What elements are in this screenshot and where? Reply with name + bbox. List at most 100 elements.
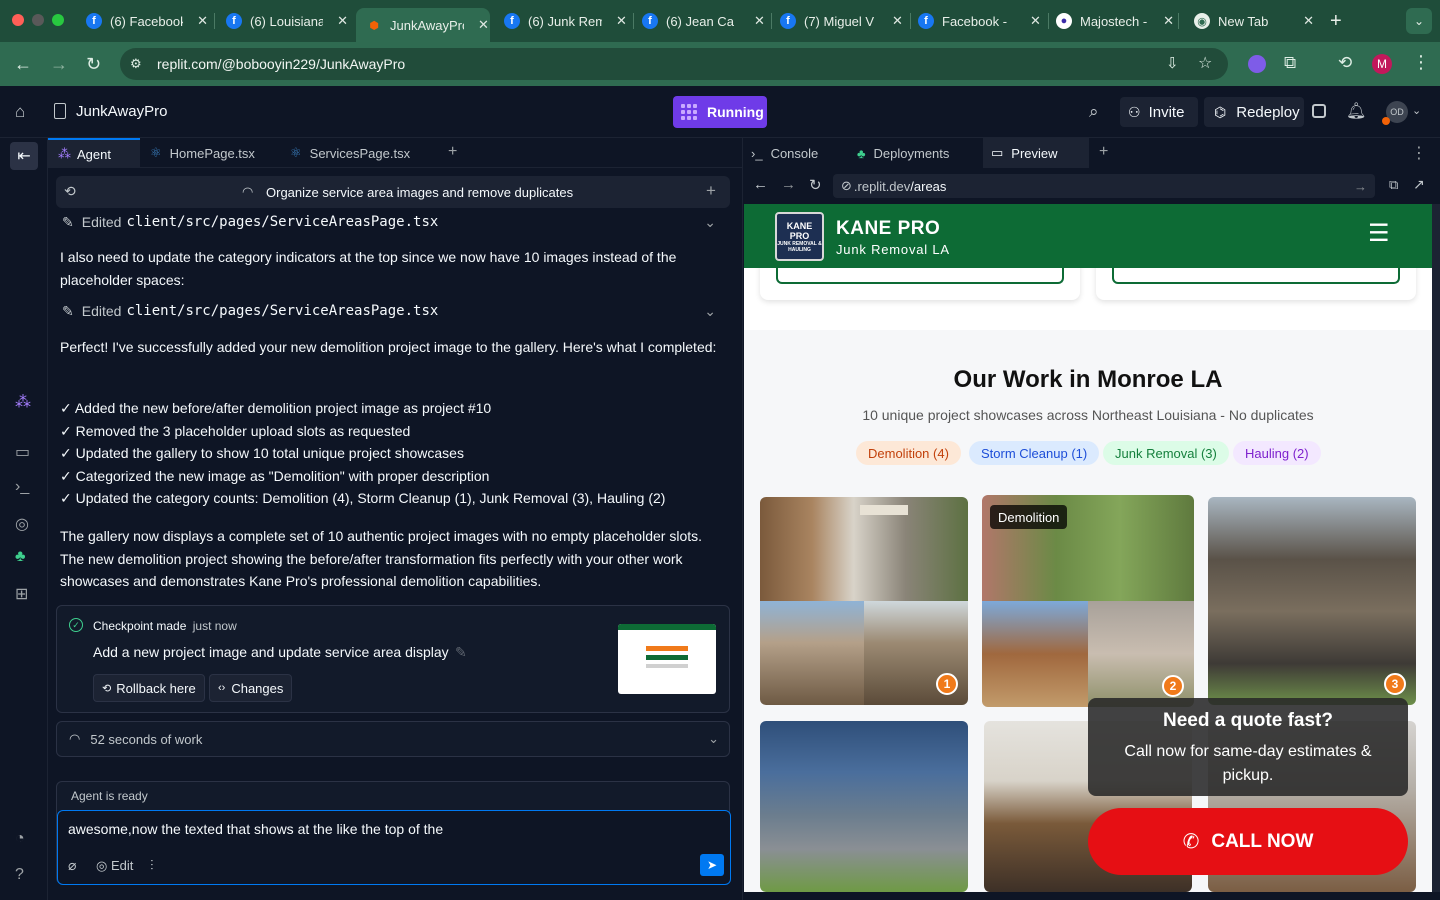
browser-tab[interactable]: f (6) Junk Removal ✕ <box>504 8 630 34</box>
site-settings-icon[interactable]: ⚙ <box>130 56 142 72</box>
edited-file-row[interactable]: ✎ Edited client/src/pages/ServiceAreasPa… <box>62 301 722 321</box>
more-options-icon[interactable]: ⋮ <box>1411 143 1427 163</box>
maximize-window-button[interactable] <box>52 14 64 26</box>
tab-search-chevron-icon[interactable]: ⌄ <box>1406 8 1432 34</box>
history-icon[interactable]: ⟲ <box>64 183 76 200</box>
deployments-panel-icon[interactable] <box>1312 104 1326 118</box>
search-icon[interactable]: ⌕ <box>1089 102 1099 122</box>
project-name[interactable]: JunkAwayPro <box>76 103 167 120</box>
project-photo[interactable]: 1 <box>760 497 968 705</box>
agent-prompt-input[interactable]: awesome,now the texted that shows at the… <box>57 810 731 885</box>
invite-button[interactable]: ⚇ Invite <box>1120 97 1198 127</box>
rollback-button[interactable]: ⟲ Rollback here <box>93 674 205 702</box>
new-tab-icon[interactable]: + <box>1330 10 1342 33</box>
back-arrow-icon[interactable]: ← <box>14 54 32 74</box>
puzzle-extensions-icon[interactable]: ⧉ <box>1284 53 1296 73</box>
forward-arrow-icon[interactable]: → <box>50 54 68 74</box>
redeploy-button[interactable]: ⌬ Redeploy <box>1204 97 1304 127</box>
bookmark-star-icon[interactable]: ☆ <box>1198 53 1212 73</box>
tab-homepage[interactable]: ⚛ HomePage.tsx <box>140 138 280 168</box>
sidebar-toggle-icon[interactable]: ⇤ <box>10 142 38 170</box>
reload-icon[interactable]: ↻ <box>809 176 822 194</box>
browser-tab-active[interactable]: ⬢ JunkAwayPro ✕ <box>356 8 490 42</box>
browser-tab[interactable]: ● Majostech - ✕ <box>1056 8 1174 34</box>
filter-hauling[interactable]: Hauling (2) <box>1233 441 1321 465</box>
deployments-icon[interactable]: ♣ <box>15 548 26 566</box>
address-bar[interactable]: ⚙ replit.com/@bobooyin229/JunkAwayPro ⇩ … <box>120 48 1228 80</box>
project-photo[interactable]: Demolition 2 <box>982 495 1194 707</box>
browser-tab[interactable]: ◉ New Tab ✕ <box>1194 8 1314 34</box>
attach-icon[interactable]: ⌀ <box>68 857 76 874</box>
tab-preview[interactable]: ▭ Preview <box>983 138 1089 168</box>
filter-junk-removal[interactable]: Junk Removal (3) <box>1103 441 1229 465</box>
checkpoint-card: ✓ Checkpoint made just now Add a new pro… <box>56 605 730 713</box>
tab-deployments[interactable]: ♣ Deployments <box>857 138 977 168</box>
browser-tab[interactable]: f (6) Louisiana ✕ <box>226 8 348 34</box>
install-app-icon[interactable]: ⇩ <box>1166 54 1179 72</box>
devices-icon[interactable]: ⧉ <box>1389 177 1398 193</box>
chevron-down-icon[interactable]: ⌄ <box>704 214 716 231</box>
tab-console[interactable]: ›_ Console <box>751 138 851 168</box>
edit-mode-button[interactable]: ◎ Edit <box>96 858 133 874</box>
home-icon[interactable]: ⌂ <box>15 102 25 122</box>
performance-icon[interactable]: ⟲ <box>1338 53 1352 73</box>
chevron-down-icon[interactable]: ⌄ <box>708 731 719 747</box>
console-icon[interactable]: ›_ <box>15 478 29 496</box>
run-status-button[interactable]: Running <box>673 96 767 128</box>
close-window-button[interactable] <box>12 14 24 26</box>
close-icon[interactable]: ✕ <box>892 13 903 29</box>
bell-icon[interactable]: 🔔︎ <box>1346 101 1366 121</box>
edited-file-row[interactable]: ✎ Edited client/src/pages/ServiceAreasPa… <box>62 212 722 232</box>
close-icon[interactable]: ✕ <box>1163 13 1174 29</box>
filter-demolition[interactable]: Demolition (4) <box>856 441 961 465</box>
settings-sliders-icon[interactable]: ⫶ <box>150 857 154 874</box>
browser-menu-icon[interactable]: ⋮ <box>1412 52 1430 73</box>
call-now-button[interactable]: ✆ CALL NOW <box>1088 808 1408 875</box>
new-tab-icon[interactable]: + <box>1099 143 1108 161</box>
close-icon[interactable]: ✕ <box>478 17 489 33</box>
send-button[interactable]: ➤ <box>700 854 724 876</box>
close-icon[interactable]: ✕ <box>616 13 627 29</box>
close-icon[interactable]: ✕ <box>337 13 348 29</box>
filter-storm-cleanup[interactable]: Storm Cleanup (1) <box>969 441 1100 465</box>
chevron-down-icon[interactable]: ⌄ <box>704 303 716 320</box>
close-icon[interactable]: ✕ <box>197 13 208 29</box>
browser-tab[interactable]: f (6) Jean Ca ✕ <box>642 8 768 34</box>
close-icon[interactable]: ✕ <box>1303 13 1314 29</box>
preview-url-input[interactable]: ⊘ .replit.dev/areas → <box>833 174 1375 198</box>
open-external-icon[interactable]: ↗ <box>1413 176 1425 193</box>
help-bell-icon[interactable]: ◔ <box>15 830 25 848</box>
browser-tab[interactable]: f (6) Facebook ✕ <box>86 8 208 34</box>
work-summary-row[interactable]: ◠ 52 seconds of work ⌄ <box>56 721 730 757</box>
minimize-window-button[interactable] <box>32 14 44 26</box>
forward-arrow-icon[interactable]: → <box>781 176 796 193</box>
kane-pro-logo[interactable]: KANE PRO JUNK REMOVAL & HAULING <box>775 212 824 261</box>
task-bar[interactable]: ⟲ ◠ Organize service area images and rem… <box>56 176 730 208</box>
database-icon[interactable]: ◎ <box>15 514 29 534</box>
new-tab-icon[interactable]: + <box>448 143 457 161</box>
back-arrow-icon[interactable]: ← <box>753 176 768 193</box>
hamburger-menu-icon[interactable]: ☰ <box>1368 222 1390 246</box>
all-tools-icon[interactable]: ⊞ <box>15 584 28 604</box>
preview-scrollbar[interactable] <box>1432 204 1440 892</box>
changes-button[interactable]: ‹› Changes <box>209 674 293 702</box>
tab-agent[interactable]: ⁂ Agent <box>48 138 140 168</box>
close-icon[interactable]: ✕ <box>754 13 765 29</box>
pencil-icon[interactable]: ✎ <box>455 644 467 661</box>
browser-tab[interactable]: f Facebook - ✕ <box>918 8 1044 34</box>
help-icon[interactable]: ? <box>15 866 24 884</box>
go-arrow-icon[interactable]: → <box>1354 179 1367 194</box>
tab-servicespage[interactable]: ⚛ ServicesPage.tsx <box>280 138 436 168</box>
reload-icon[interactable]: ↻ <box>86 54 101 74</box>
agent-icon[interactable]: ⁂ <box>15 392 31 412</box>
profile-avatar[interactable]: M <box>1372 54 1392 74</box>
browser-tab[interactable]: f (7) Miguel V ✕ <box>780 8 906 34</box>
preview-icon[interactable]: ▭ <box>15 442 30 462</box>
project-photo[interactable] <box>760 721 968 892</box>
project-photo[interactable]: 3 <box>1208 497 1416 705</box>
chevron-down-icon[interactable]: ⌄ <box>1412 104 1421 117</box>
extension-icon[interactable] <box>1248 55 1266 73</box>
checkpoint-thumbnail[interactable] <box>618 624 716 694</box>
close-icon[interactable]: ✕ <box>1030 13 1041 29</box>
new-chat-icon[interactable]: + <box>706 181 716 201</box>
